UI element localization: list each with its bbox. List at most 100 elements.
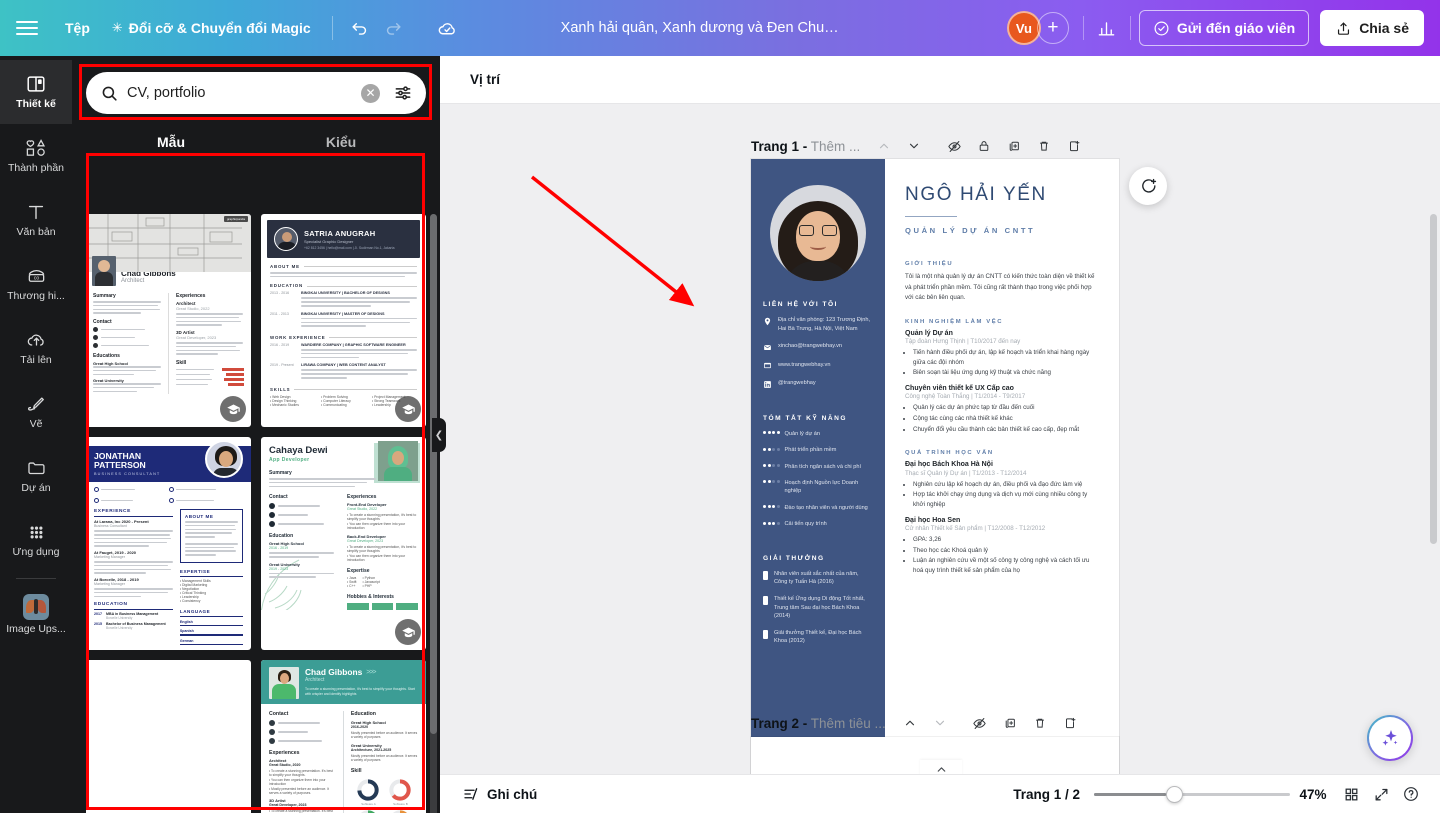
hamburger-icon[interactable] <box>0 0 54 56</box>
skill-text: Quản lý dự án <box>784 430 820 437</box>
page-2-suffix: Thêm tiêu ... <box>810 715 886 731</box>
tab-templates[interactable]: Mẫu <box>86 124 256 162</box>
sidebar-item-projects[interactable]: Dự án <box>0 444 72 508</box>
share-button[interactable]: Chia sẻ <box>1320 10 1424 46</box>
lock-icon[interactable] <box>970 132 998 160</box>
add-collaborator-button[interactable]: + <box>1036 12 1069 44</box>
sidebar-item-label: Vẽ <box>29 419 43 431</box>
page-1-suffix: Thêm ... <box>810 138 861 154</box>
sidebar-item-label: Văn bản <box>16 227 56 239</box>
hide-page-icon[interactable] <box>940 132 968 160</box>
notes-button[interactable]: Ghi chú <box>454 780 545 808</box>
award-text: Giải thưởng Thiết kế, Đại học Bách Khoa … <box>774 629 862 645</box>
sidebar-item-upload[interactable]: Tải lên <box>0 316 72 380</box>
bottom-bar: Ghi chú Trang 1 / 2 47% <box>440 774 1440 813</box>
move-down-icon[interactable] <box>900 132 928 160</box>
page-1-header: Trang 1 - Thêm ... <box>751 132 1088 160</box>
canvas-scrollbar[interactable] <box>1430 214 1437 544</box>
magic-resize-button[interactable]: ✳ Đổi cỡ & Chuyển đổi Magic <box>101 13 322 43</box>
sidebar-item-brand[interactable]: co Thương hi... <box>0 252 72 316</box>
bullet: Quản lý các dự án phức tạp từ đầu đến cu… <box>913 403 1099 413</box>
template-card[interactable]: Cahaya Dewi App Developer Summary Contac… <box>261 437 426 650</box>
projects-folder-icon <box>27 462 45 475</box>
analytics-icon[interactable] <box>1090 11 1124 45</box>
zoom-slider[interactable] <box>1094 785 1290 803</box>
intro-text: Tôi là một nhà quản lý dự án CNTT có kiế… <box>905 273 1095 301</box>
design-canvas[interactable]: Trang 1 - Thêm ... LIÊN HỆ VỚI TÔI Địa c… <box>440 104 1440 774</box>
contact-item: @trangwebhay <box>763 379 873 389</box>
contact-item: Địa chỉ văn phòng: 123 Trương Định, Hai … <box>763 316 873 333</box>
education-badge-icon <box>395 396 421 422</box>
filter-sliders-icon[interactable] <box>388 78 418 108</box>
sidebar-item-elements[interactable]: Thành phần <box>0 124 72 188</box>
help-icon[interactable] <box>1396 779 1426 809</box>
experience-item: Quản lý Dự án Tập đoàn Hưng Thịnh | T10/… <box>905 330 1099 378</box>
school-title: Đại học Hoa Sen <box>905 516 961 524</box>
sidebar-item-apps[interactable]: Ứng dụng <box>0 508 72 572</box>
page-2-prefix: Trang 2 - <box>751 715 808 731</box>
page-2-label[interactable]: Trang 2 - Thêm tiêu ... <box>751 716 886 731</box>
resume-page-1[interactable]: LIÊN HỆ VỚI TÔI Địa chỉ văn phòng: 123 T… <box>751 159 1119 774</box>
fullscreen-icon[interactable] <box>1366 779 1396 809</box>
search-input[interactable] <box>127 85 353 101</box>
notes-label: Ghi chú <box>487 786 538 802</box>
template-card[interactable]: JONATHAN PATTERSON BUSINESS CONSULTANT E… <box>86 437 251 650</box>
collapse-panel-button[interactable]: ❮ <box>432 418 446 452</box>
brand-icon: co <box>28 270 44 283</box>
clear-icon[interactable]: ✕ <box>361 83 380 103</box>
add-page-icon[interactable] <box>1060 132 1088 160</box>
magic-sparkle-icon <box>1382 730 1398 746</box>
grid-view-icon[interactable] <box>1336 779 1366 809</box>
cloud-check-icon[interactable] <box>431 11 465 45</box>
skill-text: Phân tích ngân sách và chi phí <box>784 463 862 470</box>
delete-page-icon[interactable] <box>1026 709 1054 737</box>
education-badge-icon <box>395 619 421 645</box>
template-card[interactable]: Alix Villeneuve CHARGÉE DE COMMUNICATION <box>86 660 251 813</box>
template-card[interactable]: graphicpanda Chad Gibbons Architect Summ… <box>86 214 251 427</box>
page-1-label[interactable]: Trang 1 - Thêm ... <box>751 139 860 154</box>
resume-name: NGÔ HẢI YẾN <box>905 184 1047 205</box>
sidebar-item-design[interactable]: Thiết kế <box>0 60 72 124</box>
panel-scrollbar[interactable] <box>430 214 437 813</box>
award-item: Nhân viên xuất sắc nhất của năm, Công ty… <box>763 570 873 587</box>
school-bullets: Nghiên cứu lập kế hoạch dự án, điều phối… <box>913 480 1099 510</box>
move-up-icon[interactable] <box>896 709 924 737</box>
skill-item: Đào tạo nhân viên và người dùng <box>763 504 873 512</box>
sidebar-item-label: Tải lên <box>20 355 52 367</box>
contact-text: @trangwebhay <box>778 380 816 387</box>
redo-icon[interactable] <box>377 11 411 45</box>
skill-text: Hoạch định Nguồn lực Doanh nghiệp <box>784 479 859 495</box>
template-card[interactable]: Chad Gibbons >>> Architect To create a st… <box>261 660 426 813</box>
undo-icon[interactable] <box>343 11 377 45</box>
sidebar-item-draw[interactable]: Vẽ <box>0 380 72 444</box>
position-button[interactable]: Vị trí <box>462 66 508 93</box>
document-title[interactable]: Xanh hải quân, Xanh dương và Đen Chuyên … <box>551 14 851 42</box>
avatar[interactable]: Vu <box>1006 11 1041 45</box>
tab-styles[interactable]: Kiểu <box>256 124 426 162</box>
design-icon <box>27 76 45 92</box>
move-down-icon[interactable] <box>926 709 954 737</box>
duplicate-page-icon[interactable] <box>996 709 1024 737</box>
sidebar-item-image-upscaler[interactable]: Image Ups... <box>0 583 72 647</box>
file-menu-button[interactable]: Tệp <box>54 13 101 43</box>
sidebar-item-text[interactable]: Văn bản <box>0 188 72 252</box>
add-page-icon[interactable] <box>1056 709 1084 737</box>
submit-to-teacher-button[interactable]: Gửi đến giáo viên <box>1138 10 1310 46</box>
sidebar-item-label: Dự án <box>21 483 51 495</box>
hide-page-icon[interactable] <box>966 709 994 737</box>
context-toolbar: Vị trí <box>440 56 1440 104</box>
move-up-icon[interactable] <box>870 132 898 160</box>
contact-item: www.trangwebhay.vn <box>763 361 873 371</box>
panel-tabs: Mẫu Kiểu <box>72 122 440 162</box>
tab-label: Kiểu <box>325 134 357 150</box>
share-label: Chia sẻ <box>1359 20 1409 36</box>
add-comment-button[interactable] <box>1129 167 1167 205</box>
contact-heading: LIÊN HỆ VỚI TÔI <box>763 301 839 308</box>
template-card[interactable]: SATRIA ANUGRAH Specialist Graphic Design… <box>261 214 426 427</box>
zoom-slider-knob[interactable] <box>1166 785 1183 803</box>
award-item: Thiết kế Ứng dụng Di động Tốt nhất, Trun… <box>763 595 873 621</box>
delete-page-icon[interactable] <box>1030 132 1058 160</box>
search-box[interactable]: ✕ <box>86 72 426 114</box>
magic-studio-button[interactable] <box>1367 715 1413 761</box>
duplicate-page-icon[interactable] <box>1000 132 1028 160</box>
